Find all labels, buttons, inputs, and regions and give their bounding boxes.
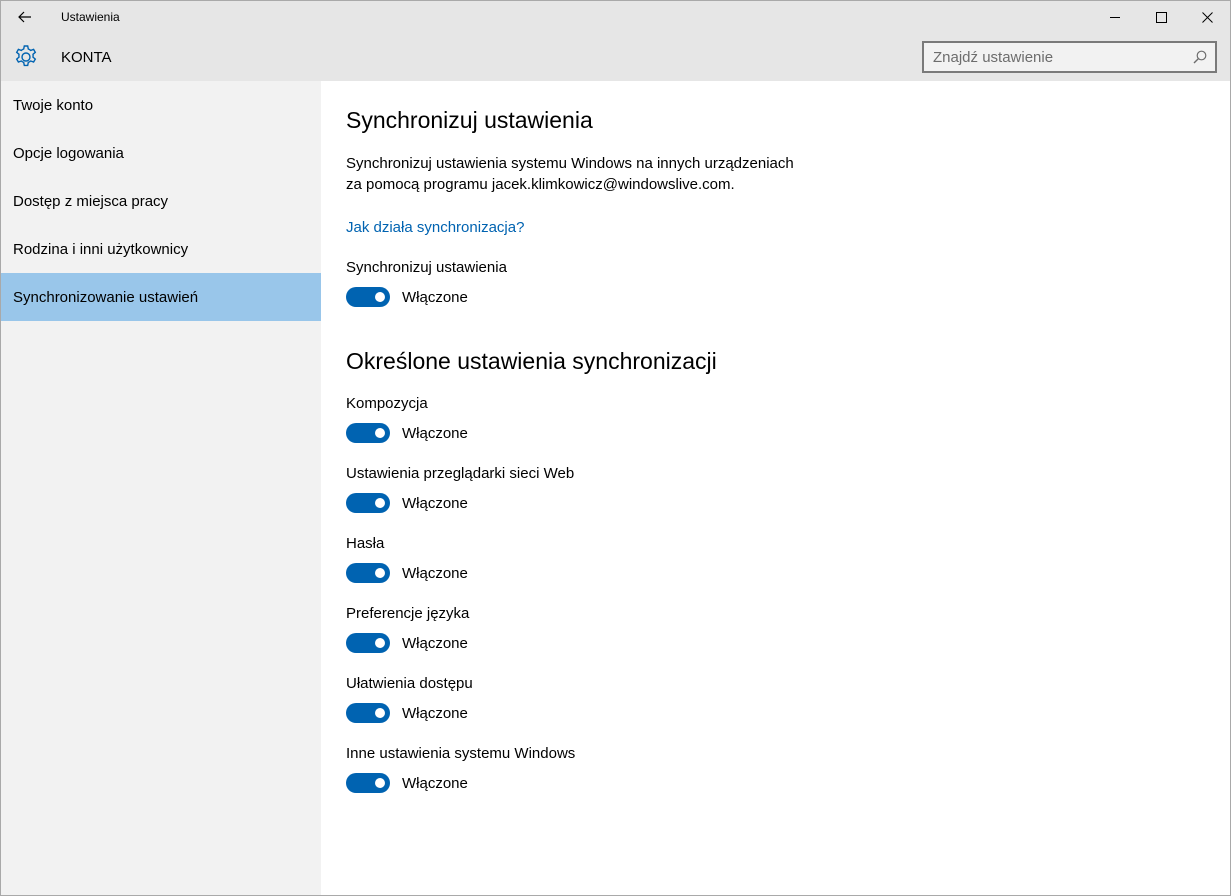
help-link[interactable]: Jak działa synchronizacja? (346, 219, 524, 236)
sidebar-item-label: Synchronizowanie ustawień (13, 288, 199, 306)
close-button[interactable] (1184, 1, 1230, 33)
toggle-state: Włączone (402, 634, 468, 652)
toggle-knob (375, 568, 385, 578)
ulatwienia-toggle[interactable] (346, 703, 390, 723)
toggle-label-kompozycja: Kompozycja (346, 395, 428, 412)
description-line-2: za pomocą programu jacek.klimkowicz@wind… (346, 176, 735, 193)
toggle-label-inne: Inne ustawienia systemu Windows (346, 745, 576, 762)
toggle-state: Włączone (402, 494, 468, 512)
toggle-row-kompozycja: Włączone (346, 423, 468, 443)
toggle-row-inne: Włączone (346, 773, 468, 793)
sidebar-item-label: Rodzina i inni użytkownicy (13, 240, 189, 258)
settings-window: Ustawienia KONTA Znajdź ustawienie Twoje… (0, 0, 1231, 896)
description-line-1: Synchronizuj ustawienia systemu Windows … (346, 155, 794, 172)
sync-settings-label: Synchronizuj ustawienia (346, 259, 507, 276)
toggle-label-jezyk: Preferencje języka (346, 605, 470, 622)
sidebar-item-label: Opcje logowania (13, 144, 124, 162)
toggle-knob (375, 498, 385, 508)
back-arrow-icon (18, 11, 31, 23)
toggle-knob (375, 428, 385, 438)
kompozycja-toggle[interactable] (346, 423, 390, 443)
toggle-knob (375, 292, 385, 302)
toggle-knob (375, 778, 385, 788)
settings-header: KONTA (1, 33, 1230, 81)
page-title: Synchronizuj ustawienia (346, 107, 593, 133)
sidebar-item-label: Dostęp z miejsca pracy (13, 192, 169, 210)
toggle-row-jezyk: Włączone (346, 633, 468, 653)
sidebar-item-synchronizowanie[interactable]: Synchronizowanie ustawień (1, 273, 321, 321)
minimize-button[interactable] (1092, 1, 1138, 33)
toggle-row-przegladarka: Włączone (346, 493, 468, 513)
inne-toggle[interactable] (346, 773, 390, 793)
toggle-state: Włączone (402, 774, 468, 792)
search-box[interactable] (922, 41, 1217, 73)
section-title: KONTA (61, 49, 112, 66)
back-button[interactable] (7, 3, 43, 31)
sidebar-item-twoje-konto[interactable]: Twoje konto (1, 81, 321, 129)
search-icon[interactable] (1193, 50, 1207, 64)
sidebar-item-opcje-logowania[interactable]: Opcje logowania (1, 129, 321, 177)
toggle-row-hasla: Włączone (346, 563, 468, 583)
toggle-knob (375, 708, 385, 718)
toggle-state: Włączone (402, 704, 468, 722)
window-title: Ustawienia (61, 10, 120, 24)
sync-settings-toggle-row: Włączone (346, 287, 468, 307)
maximize-button[interactable] (1138, 1, 1184, 33)
toggle-row-ulatwienia: Włączone (346, 703, 468, 723)
toggle-label-ulatwienia: Ułatwienia dostępu (346, 675, 473, 692)
jezyk-toggle[interactable] (346, 633, 390, 653)
sidebar-item-rodzina[interactable]: Rodzina i inni użytkownicy (1, 225, 321, 273)
toggle-label-hasla: Hasła (346, 535, 385, 552)
search-input[interactable] (924, 43, 1215, 71)
title-bar: Ustawienia (1, 1, 1230, 33)
toggle-state: Włączone (402, 288, 468, 306)
toggle-state: Włączone (402, 564, 468, 582)
toggle-knob (375, 638, 385, 648)
hasla-toggle[interactable] (346, 563, 390, 583)
sidebar-item-dostep-z-miejsca-pracy[interactable]: Dostęp z miejsca pracy (1, 177, 321, 225)
toggle-label-przegladarka: Ustawienia przeglądarki sieci Web (346, 465, 575, 482)
sidebar: Twoje konto Opcje logowania Dostęp z mie… (1, 81, 321, 895)
main-content: Synchronizuj ustawienia Synchronizuj ust… (321, 81, 1230, 895)
section-heading-specific: Określone ustawienia synchronizacji (346, 348, 717, 374)
maximize-icon (1155, 11, 1167, 23)
gear-icon (15, 45, 37, 67)
toggle-state: Włączone (402, 424, 468, 442)
przegladarka-toggle[interactable] (346, 493, 390, 513)
minimize-icon (1109, 16, 1120, 18)
description: Synchronizuj ustawienia systemu Windows … (346, 153, 794, 195)
sync-settings-toggle[interactable] (346, 287, 390, 307)
close-icon (1201, 11, 1213, 23)
sidebar-item-label: Twoje konto (13, 96, 94, 114)
